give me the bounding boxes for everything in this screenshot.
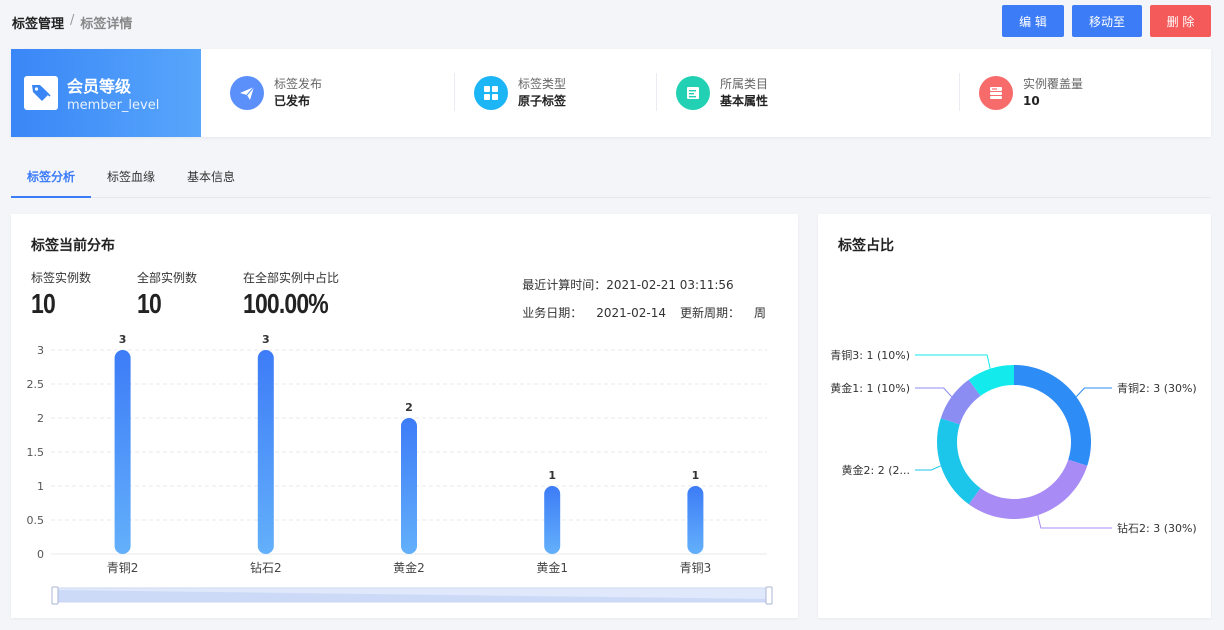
slice-label: 青铜3: 1 (10%) bbox=[830, 348, 910, 362]
tag-code: member_level bbox=[67, 98, 160, 113]
y-tick-label: 2.5 bbox=[27, 378, 45, 391]
slice-label: 黄金2: 2 (2... bbox=[842, 463, 910, 477]
tag-info-card: 会员等级 member_level 标签发布 已发布 标签类型 原子标签 所属类… bbox=[11, 49, 1211, 137]
edit-button[interactable]: 编 辑 bbox=[1002, 5, 1064, 37]
send-icon bbox=[230, 76, 264, 110]
meta-value: 10 bbox=[1023, 94, 1040, 108]
grid-icon bbox=[474, 76, 508, 110]
breadcrumb-separator: / bbox=[70, 13, 75, 28]
y-tick-label: 1.5 bbox=[27, 446, 45, 459]
slice-label: 青铜2: 3 (30%) bbox=[1117, 381, 1197, 395]
slice-label-line bbox=[1075, 387, 1112, 398]
bar-value-label: 2 bbox=[405, 401, 413, 414]
bar-value-label: 1 bbox=[548, 469, 556, 482]
meta-value: 原子标签 bbox=[518, 94, 567, 108]
donut-slice[interactable] bbox=[937, 418, 981, 505]
donut-chart: 青铜2: 3 (30%) 钻石2: 3 (30%) 黄金2: 2 (2... 黄金1:… bbox=[830, 348, 1197, 535]
bar-chart: 0 0.5 1 1.5 2 2.5 3 3 青铜2 3 钻石2 2 黄金2 1 黄金1 1 青铜3 bbox=[27, 333, 773, 605]
bar[interactable] bbox=[114, 350, 131, 554]
tabs: 标签分析 标签血缘 基本信息 bbox=[11, 158, 1211, 198]
move-to-button[interactable]: 移动至 bbox=[1072, 5, 1142, 37]
database-icon bbox=[979, 76, 1013, 110]
bar[interactable] bbox=[544, 486, 561, 554]
zoom-handle[interactable] bbox=[765, 586, 773, 605]
y-tick-label: 0 bbox=[37, 548, 44, 561]
bar[interactable] bbox=[687, 486, 704, 554]
meta-coverage: 实例覆盖量 10 bbox=[979, 49, 1083, 137]
delete-button[interactable]: 删 除 bbox=[1150, 5, 1211, 37]
bar[interactable] bbox=[257, 350, 274, 554]
meta-value: 基本属性 bbox=[720, 94, 769, 108]
x-tick-label: 黄金1 bbox=[536, 560, 568, 575]
meta-publish: 标签发布 已发布 bbox=[230, 49, 322, 137]
slice-label: 黄金1: 1 (10%) bbox=[830, 381, 910, 395]
bar[interactable] bbox=[401, 418, 417, 554]
meta-label: 实例覆盖量 bbox=[1023, 77, 1084, 91]
x-tick-label: 青铜3 bbox=[680, 560, 712, 575]
breadcrumb: 标签管理 / 标签详情 bbox=[12, 13, 132, 32]
tab-lineage[interactable]: 标签血缘 bbox=[107, 158, 155, 198]
meta-type: 标签类型 原子标签 bbox=[474, 49, 566, 137]
slice-label-line bbox=[915, 465, 941, 471]
bar-value-label: 3 bbox=[262, 333, 270, 346]
tag-header: 会员等级 member_level bbox=[11, 49, 201, 137]
x-tick-label: 青铜2 bbox=[107, 560, 139, 575]
bar-value-label: 1 bbox=[692, 469, 700, 482]
meta-value: 已发布 bbox=[274, 94, 311, 108]
donut-slice[interactable] bbox=[968, 459, 1088, 519]
slice-label: 钻石2: 3 (30%) bbox=[1117, 521, 1197, 535]
distribution-panel: 标签当前分布 标签实例数 10 全部实例数 10 在全部实例中占比 100.00… bbox=[11, 214, 798, 618]
divider bbox=[656, 73, 657, 111]
document-icon bbox=[676, 76, 710, 110]
breadcrumb-parent[interactable]: 标签管理 bbox=[12, 13, 64, 32]
ratio-panel: 标签占比 青铜2: 3 (30%) 钻石2: 3 (30%) 黄金2: 2 (2..… bbox=[818, 214, 1211, 618]
meta-label: 所属类目 bbox=[720, 77, 769, 91]
x-tick-label: 黄金2 bbox=[393, 560, 425, 575]
meta-label: 标签类型 bbox=[518, 77, 567, 91]
slice-label-line bbox=[915, 354, 991, 369]
divider bbox=[454, 73, 455, 111]
y-tick-label: 3 bbox=[37, 344, 44, 357]
zoom-handle[interactable] bbox=[51, 586, 59, 605]
meta-category: 所属类目 基本属性 bbox=[676, 49, 768, 137]
y-tick-label: 0.5 bbox=[27, 514, 45, 527]
tab-basic-info[interactable]: 基本信息 bbox=[187, 158, 235, 198]
meta-label: 标签发布 bbox=[274, 77, 323, 91]
x-tick-label: 钻石2 bbox=[250, 560, 282, 575]
breadcrumb-current: 标签详情 bbox=[80, 17, 133, 32]
y-tick-label: 2 bbox=[37, 412, 44, 425]
slice-label-line bbox=[915, 387, 953, 398]
y-tick-label: 1 bbox=[37, 480, 44, 493]
tag-icon bbox=[24, 76, 58, 110]
donut-slice[interactable] bbox=[1014, 365, 1091, 466]
slice-label-line bbox=[1037, 515, 1112, 529]
tab-analysis[interactable]: 标签分析 bbox=[11, 158, 91, 198]
tag-name: 会员等级 bbox=[67, 77, 132, 96]
divider bbox=[959, 73, 960, 111]
bar-value-label: 3 bbox=[119, 333, 127, 346]
